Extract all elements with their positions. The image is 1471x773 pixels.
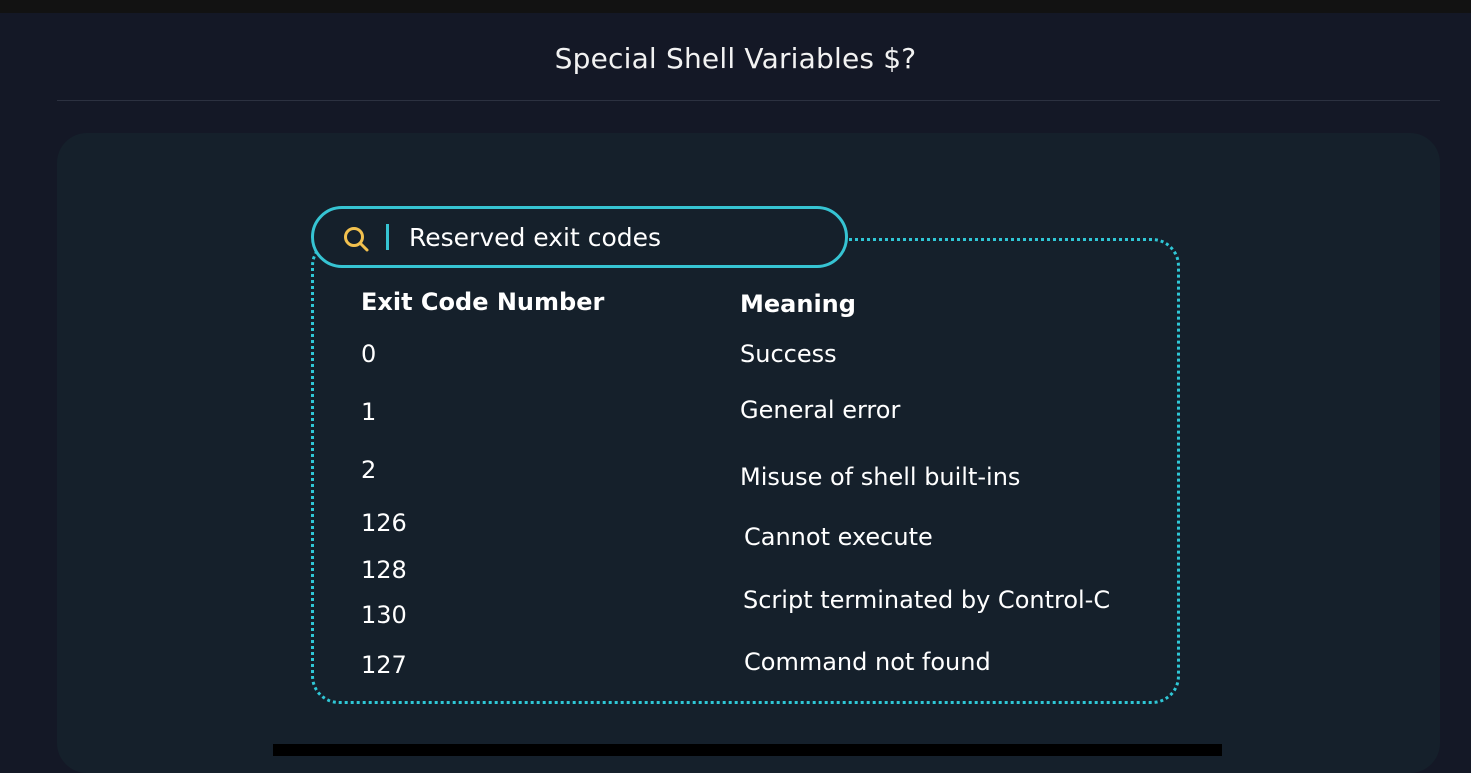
title-divider [57, 100, 1440, 101]
column-header-meaning: Meaning [740, 290, 856, 318]
exit-code-cell: 0 [361, 340, 377, 368]
meaning-cell: Cannot execute [744, 523, 933, 551]
meaning-cell: Success [740, 340, 837, 368]
exit-code-cell: 127 [361, 651, 407, 679]
exit-code-cell: 2 [361, 456, 377, 484]
meaning-cell: Misuse of shell built-ins [740, 463, 1021, 491]
terminal-panel-edge [273, 744, 1222, 756]
meaning-cell: General error [740, 396, 901, 424]
search-icon [344, 227, 369, 252]
exit-code-cell: 126 [361, 509, 407, 537]
page-title: Special Shell Variables $? [554, 42, 917, 75]
meaning-cell: Command not found [744, 648, 991, 676]
meaning-cell: Script terminated by Control-C [743, 586, 1111, 614]
search-query[interactable]: Reserved exit codes [409, 223, 661, 252]
exit-code-cell: 128 [361, 556, 407, 584]
window-top-strip [0, 0, 1471, 13]
exit-code-cell: 1 [361, 398, 377, 426]
column-header-exit-code: Exit Code Number [361, 288, 605, 316]
exit-code-cell: 130 [361, 601, 407, 629]
text-cursor [386, 224, 389, 250]
search-input[interactable]: Reserved exit codes [311, 206, 848, 268]
